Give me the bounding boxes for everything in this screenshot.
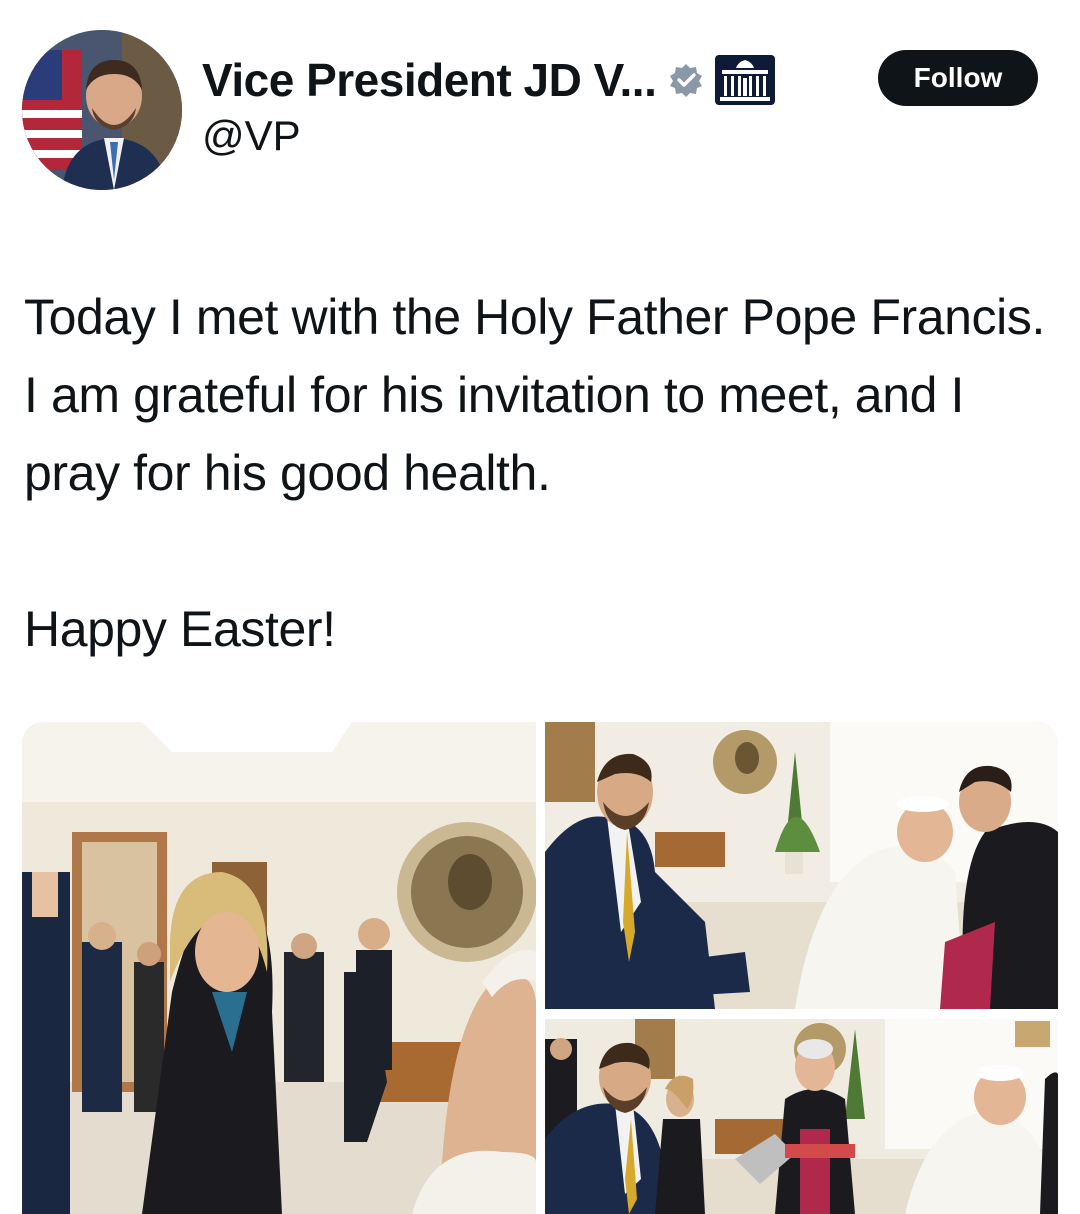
- media-photo-2[interactable]: [545, 722, 1058, 1009]
- photo-image: [22, 722, 536, 1214]
- tweet-text: Today I met with the Holy Father Pope Fr…: [24, 278, 1054, 668]
- display-name[interactable]: Vice President JD V...: [202, 53, 657, 107]
- media-photo-1[interactable]: [22, 722, 536, 1214]
- name-row: Vice President JD V...: [202, 50, 776, 110]
- follow-button[interactable]: Follow: [878, 50, 1038, 106]
- photo-image: [545, 722, 1058, 1009]
- photo-image: [545, 1019, 1058, 1214]
- white-house-icon: [715, 55, 776, 105]
- avatar[interactable]: [22, 30, 182, 190]
- tweet-paragraph: Today I met with the Holy Father Pope Fr…: [24, 289, 1045, 501]
- verified-badge-icon: [670, 64, 703, 97]
- avatar-photo: [22, 30, 182, 190]
- media-grid: [22, 722, 1058, 1214]
- tweet-paragraph: Happy Easter!: [24, 601, 336, 657]
- tweet-header: Vice President JD V... @VP Follow: [0, 0, 1080, 200]
- user-handle[interactable]: @VP: [202, 112, 301, 160]
- media-photo-3[interactable]: [545, 1019, 1058, 1214]
